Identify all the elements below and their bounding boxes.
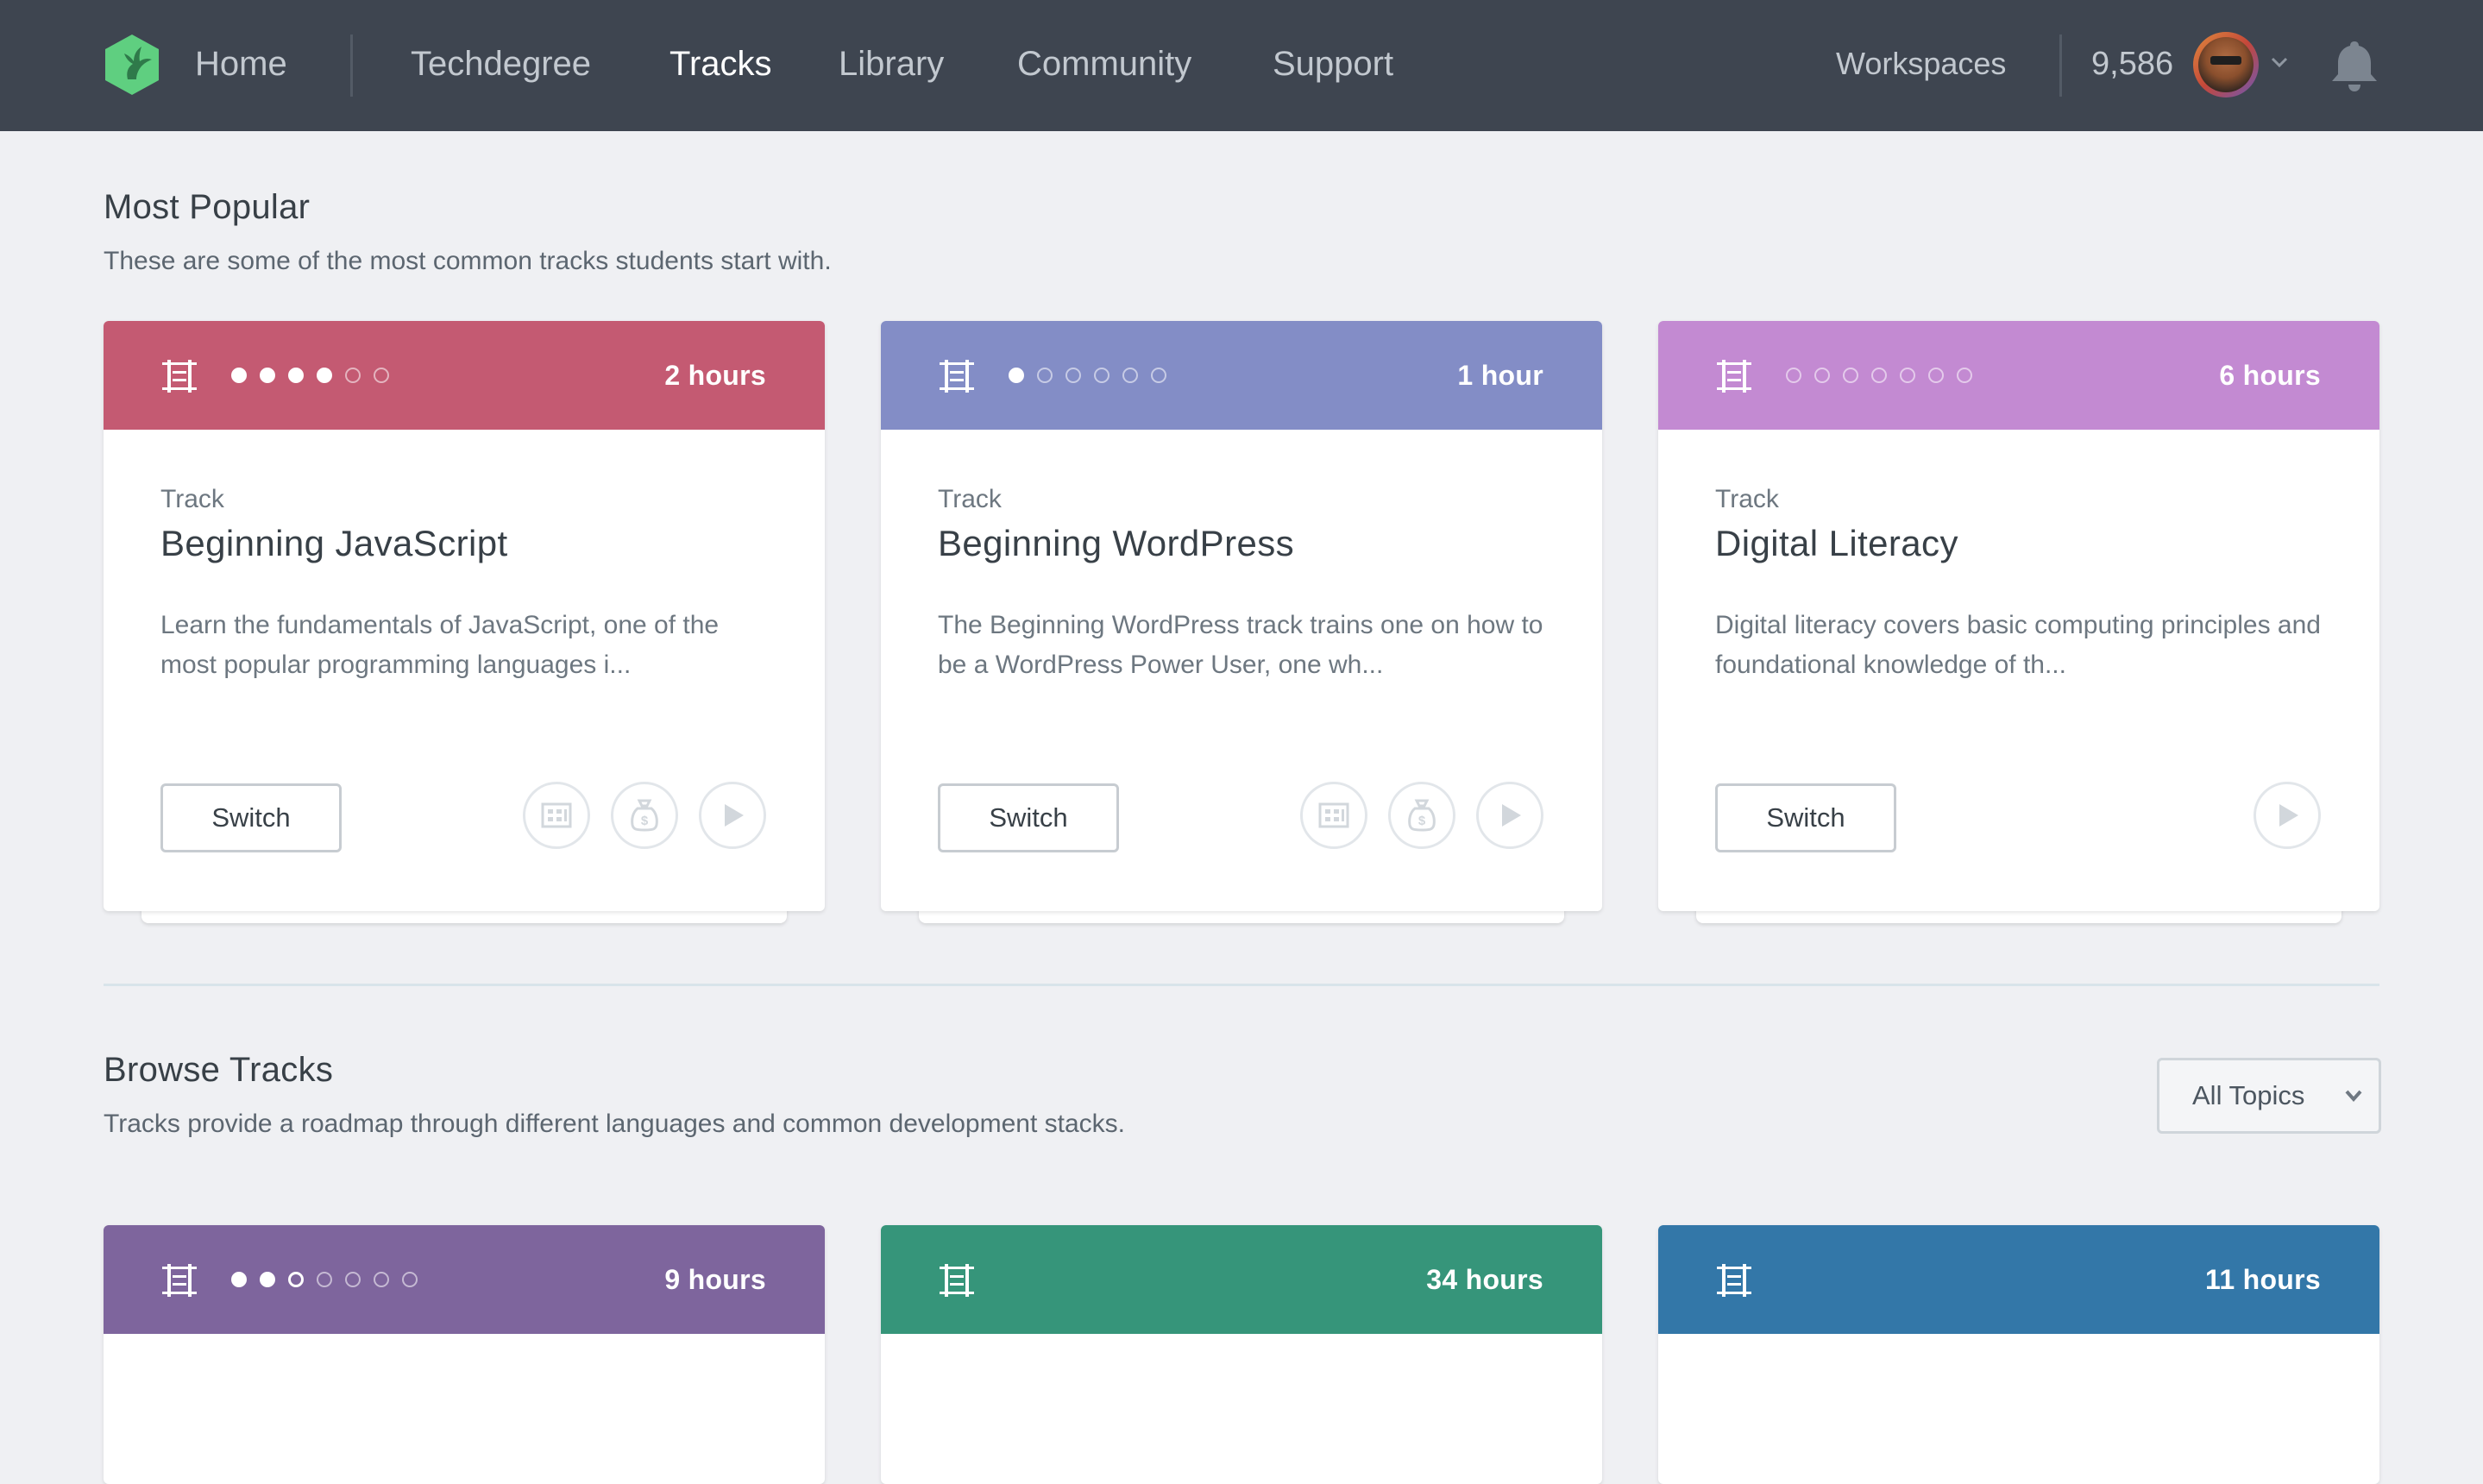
- section-title-browse-tracks: Browse Tracks: [104, 1051, 334, 1089]
- track-kind-label: Track: [938, 485, 1002, 513]
- track-card-body[interactable]: 6 hours Track Digital Literacy Digital lite…: [1658, 321, 2379, 911]
- progress-dot: [345, 1272, 361, 1287]
- section-subtitle-browse-tracks: Tracks provide a roadmap through differe…: [104, 1110, 1126, 1138]
- progress-dot: [231, 1272, 247, 1287]
- money-bag-icon[interactable]: $: [1388, 782, 1455, 849]
- nav-tracks[interactable]: Tracks: [669, 0, 772, 131]
- track-icon: [1717, 360, 1751, 393]
- progress-dots: [1786, 368, 1985, 387]
- section-title-most-popular: Most Popular: [104, 188, 311, 226]
- track-icon: [162, 1264, 197, 1297]
- progress-dot: [260, 368, 275, 383]
- money-bag-icon[interactable]: $: [611, 782, 678, 849]
- progress-dot: [317, 1272, 332, 1287]
- nav-home[interactable]: Home: [195, 0, 287, 131]
- track-card-header: 1 hour: [881, 321, 1602, 430]
- progress-dot: [317, 368, 332, 383]
- bell-icon[interactable]: [2328, 38, 2381, 93]
- track-title[interactable]: Beginning JavaScript: [160, 523, 508, 564]
- nav-library[interactable]: Library: [839, 0, 944, 131]
- track-card-header: 11 hours: [1658, 1225, 2379, 1334]
- nav-divider: [350, 35, 353, 97]
- progress-dot: [1871, 368, 1887, 383]
- progress-dot: [1151, 368, 1166, 383]
- progress-dot: [1843, 368, 1858, 383]
- track-title[interactable]: Beginning WordPress: [938, 523, 1294, 564]
- progress-dots: [231, 1272, 431, 1291]
- play-icon[interactable]: [1476, 782, 1543, 849]
- track-hours: 34 hours: [1426, 1264, 1543, 1295]
- progress-dot: [374, 368, 389, 383]
- svg-text:$: $: [641, 814, 649, 828]
- track-card-body[interactable]: 2 hours Track Beginning JavaScript Learn th…: [104, 321, 825, 911]
- track-icon: [940, 1264, 974, 1297]
- progress-dot: [1928, 368, 1944, 383]
- progress-dot: [1122, 368, 1138, 383]
- track-hours: 9 hours: [664, 1264, 766, 1295]
- section-subtitle-most-popular: These are some of the most common tracks…: [104, 247, 832, 275]
- track-hours: 11 hours: [2204, 1264, 2321, 1295]
- top-nav: Home Techdegree Tracks Library Community…: [0, 0, 2483, 131]
- section-divider: [104, 984, 2379, 986]
- progress-dot: [288, 1272, 304, 1287]
- track-description: Learn the fundamentals of JavaScript, on…: [160, 611, 720, 679]
- progress-dots: [231, 368, 402, 387]
- track-icon: [162, 360, 197, 393]
- nav-community[interactable]: Community: [1017, 0, 1191, 131]
- track-card-header: 2 hours: [104, 321, 825, 430]
- chevron-down-icon: [2345, 1090, 2362, 1103]
- progress-dot: [1957, 368, 1972, 383]
- track-kind-label: Track: [1715, 485, 1779, 513]
- treehouse-logo-icon[interactable]: [102, 33, 162, 97]
- points-count: 9,586: [2091, 46, 2174, 82]
- topics-dropdown-label: All Topics: [2192, 1080, 2305, 1110]
- switch-button[interactable]: Switch: [1715, 783, 1896, 852]
- track-hours: 2 hours: [664, 360, 766, 391]
- progress-dot: [1009, 368, 1024, 383]
- progress-dot: [288, 368, 304, 383]
- track-card-body[interactable]: 11 hours: [1658, 1225, 2379, 1484]
- track-hours: 1 hour: [1457, 360, 1543, 391]
- progress-dot: [260, 1272, 275, 1287]
- progress-dot: [1900, 368, 1915, 383]
- progress-dot: [1094, 368, 1109, 383]
- track-icon: [940, 360, 974, 393]
- nav-divider-right: [2059, 35, 2062, 97]
- progress-dot: [1814, 368, 1830, 383]
- svg-text:$: $: [1418, 814, 1426, 828]
- track-card-header: 34 hours: [881, 1225, 1602, 1334]
- progress-dot: [402, 1272, 418, 1287]
- topics-dropdown[interactable]: All Topics: [2157, 1058, 2381, 1134]
- nav-support[interactable]: Support: [1273, 0, 1393, 131]
- track-title[interactable]: Digital Literacy: [1715, 523, 1958, 564]
- progress-dot: [345, 368, 361, 383]
- track-kind-label: Track: [160, 485, 224, 513]
- avatar[interactable]: [2193, 32, 2259, 97]
- track-card-body[interactable]: 1 hour Track Beginning WordPress The Beginn…: [881, 321, 1602, 911]
- progress-dot: [374, 1272, 389, 1287]
- progress-dot: [1065, 368, 1081, 383]
- play-icon[interactable]: [2254, 782, 2321, 849]
- switch-button[interactable]: Switch: [938, 783, 1119, 852]
- progress-dots: [1009, 368, 1179, 387]
- progress-dot: [1037, 368, 1053, 383]
- chevron-down-icon[interactable]: [2271, 53, 2288, 71]
- track-icon: [1717, 1264, 1751, 1297]
- track-card-body[interactable]: 34 hours: [881, 1225, 1602, 1484]
- track-hours: 6 hours: [2219, 360, 2321, 391]
- progress-dot: [1786, 368, 1801, 383]
- switch-button[interactable]: Switch: [160, 783, 342, 852]
- track-card-header: 9 hours: [104, 1225, 825, 1334]
- building-icon[interactable]: [523, 782, 590, 849]
- nav-techdegree[interactable]: Techdegree: [411, 0, 591, 131]
- play-icon[interactable]: [699, 782, 766, 849]
- track-description: Digital literacy covers basic computing …: [1715, 611, 2321, 679]
- progress-dot: [231, 368, 247, 383]
- nav-workspaces[interactable]: Workspaces: [1836, 0, 2006, 131]
- track-card-body[interactable]: 9 hours: [104, 1225, 825, 1484]
- building-icon[interactable]: [1300, 782, 1367, 849]
- track-card-header: 6 hours: [1658, 321, 2379, 430]
- track-description: The Beginning WordPress track trains one…: [938, 611, 1543, 679]
